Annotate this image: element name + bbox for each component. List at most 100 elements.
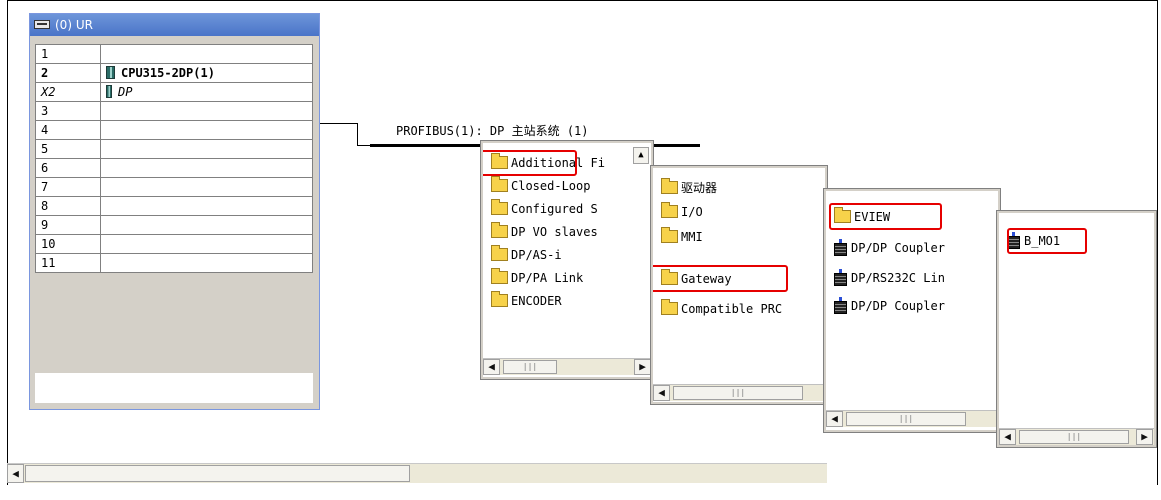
cpu-module-label: CPU315-2DP(1) xyxy=(121,66,215,80)
slot-number: 6 xyxy=(35,158,101,178)
catalog-item-dp-rs232c-link[interactable]: DP/RS232C Lin xyxy=(834,268,945,288)
slot-row[interactable]: 4 xyxy=(35,120,313,140)
slot-number: 5 xyxy=(35,139,101,159)
scroll-left-button[interactable]: ◀ xyxy=(653,385,670,401)
slot-number: 9 xyxy=(35,215,101,235)
slot-number: 11 xyxy=(35,253,101,273)
slot-module[interactable] xyxy=(100,215,313,235)
catalog-item-closed-loop[interactable]: Closed-Loop xyxy=(491,176,590,196)
scroll-thumb[interactable]: ||| xyxy=(846,412,966,426)
slot-module[interactable] xyxy=(100,101,313,121)
folder-icon xyxy=(491,199,508,215)
highlight-b-mo1 xyxy=(1007,228,1087,254)
catalog-item-io[interactable]: I/O xyxy=(661,202,703,222)
slot-row[interactable]: 7 xyxy=(35,177,313,197)
slot-number: X2 xyxy=(35,82,101,102)
dp-interface-icon xyxy=(106,85,112,98)
catalog-item-configured-stations[interactable]: Configured S xyxy=(491,199,598,219)
slot-module[interactable] xyxy=(100,177,313,197)
folder-icon xyxy=(491,222,508,238)
catalog-item-dp-pa-link[interactable]: DP/PA Link xyxy=(491,268,583,288)
slot-module[interactable] xyxy=(100,120,313,140)
pane1-hscrollbar[interactable]: ◀ ||| ▶ xyxy=(483,358,651,375)
scroll-thumb[interactable]: ||| xyxy=(1019,430,1129,444)
folder-icon xyxy=(491,291,508,307)
catalog-item-mmi[interactable]: MMI xyxy=(661,227,703,247)
folder-icon xyxy=(491,245,508,261)
scroll-right-button[interactable]: ▶ xyxy=(634,359,651,375)
bus-connector-v xyxy=(357,123,358,146)
main-scroll-left-button[interactable]: ◀ xyxy=(7,464,24,483)
catalog-item-drives[interactable]: 驱动器 xyxy=(661,178,717,198)
scroll-right-button[interactable]: ▶ xyxy=(1136,429,1153,445)
slot-module[interactable] xyxy=(100,139,313,159)
rack-window[interactable]: (0) UR 1 2 CPU315-2DP(1) X2 DP 3 4 5 6 7 8… xyxy=(29,13,320,410)
pane2-hscrollbar[interactable]: ◀ ||| xyxy=(653,384,825,401)
slot-row[interactable]: 6 xyxy=(35,158,313,178)
device-icon xyxy=(834,297,847,314)
slot-row[interactable]: X2 DP xyxy=(35,82,313,102)
hw-config-canvas: (0) UR 1 2 CPU315-2DP(1) X2 DP 3 4 5 6 7 8… xyxy=(0,0,1161,500)
folder-icon xyxy=(661,227,678,243)
scroll-left-button[interactable]: ◀ xyxy=(999,429,1016,445)
slot-row[interactable]: 5 xyxy=(35,139,313,159)
highlight-gateway xyxy=(653,265,788,292)
folder-icon xyxy=(491,176,508,192)
slot-module[interactable] xyxy=(100,196,313,216)
slot-number: 10 xyxy=(35,234,101,254)
slot-row[interactable]: 11 xyxy=(35,253,313,273)
folder-icon xyxy=(661,299,678,315)
scroll-thumb[interactable]: ||| xyxy=(503,360,557,374)
slot-row[interactable]: 8 xyxy=(35,196,313,216)
slot-module[interactable] xyxy=(100,253,313,273)
main-hscrollbar[interactable]: ◀ xyxy=(7,463,827,483)
profibus-label: PROFIBUS(1): DP 主站系统 (1) xyxy=(396,124,589,138)
slot-module[interactable] xyxy=(100,158,313,178)
slot-row[interactable]: 1 xyxy=(35,44,313,64)
slot-number: 4 xyxy=(35,120,101,140)
slot-module[interactable] xyxy=(100,44,313,64)
slot-number: 1 xyxy=(35,44,101,64)
rack-empty-area xyxy=(35,373,313,403)
bus-connector-h xyxy=(320,123,358,124)
main-scroll-thumb[interactable] xyxy=(25,465,410,482)
slot-row[interactable]: 2 CPU315-2DP(1) xyxy=(35,63,313,83)
slot-number: 3 xyxy=(35,101,101,121)
catalog-pane-4[interactable]: B_MO1 ◀ ||| ▶ xyxy=(996,210,1157,448)
rack-title-bar[interactable]: (0) UR xyxy=(30,14,319,36)
slot-row[interactable]: 3 xyxy=(35,101,313,121)
slot-module[interactable] xyxy=(100,234,313,254)
rack-title: (0) UR xyxy=(55,18,93,32)
slot-number: 2 xyxy=(35,63,101,83)
slot-row[interactable]: 9 xyxy=(35,215,313,235)
highlight-additional-field-devices xyxy=(483,150,577,176)
scroll-left-button[interactable]: ◀ xyxy=(826,411,843,427)
slot-module[interactable]: DP xyxy=(100,82,313,102)
cpu-module-icon xyxy=(106,66,115,79)
scroll-up-button[interactable]: ▲ xyxy=(633,147,649,164)
pane4-hscrollbar[interactable]: ◀ ||| ▶ xyxy=(999,428,1154,445)
catalog-pane-2[interactable]: 驱动器 I/O MMI Gateway Compatible PRC ◀ ||| xyxy=(650,165,828,405)
catalog-item-dp-as-i[interactable]: DP/AS-i xyxy=(491,245,562,265)
device-icon xyxy=(834,239,847,256)
folder-icon xyxy=(661,202,678,218)
scroll-thumb[interactable]: ||| xyxy=(673,386,803,400)
dp-interface-label: DP xyxy=(118,85,133,99)
folder-icon xyxy=(491,268,508,284)
slot-module[interactable]: CPU315-2DP(1) xyxy=(100,63,313,83)
pane3-hscrollbar[interactable]: ◀ ||| xyxy=(826,410,998,427)
folder-icon xyxy=(661,178,678,194)
highlight-eview xyxy=(829,203,942,230)
slot-number: 7 xyxy=(35,177,101,197)
catalog-pane-1[interactable]: Additional Fi Closed-Loop Configured S D… xyxy=(480,140,654,380)
device-icon xyxy=(834,269,847,286)
catalog-item-dp-vo-slaves[interactable]: DP VO slaves xyxy=(491,222,598,242)
slot-table: 1 2 CPU315-2DP(1) X2 DP 3 4 5 6 7 8 9 10 1… xyxy=(35,44,313,273)
catalog-pane-3[interactable]: EVIEW DP/DP Coupler DP/RS232C Lin DP/DP … xyxy=(823,188,1001,433)
catalog-item-dp-dp-coupler-2[interactable]: DP/DP Coupler xyxy=(834,296,945,316)
catalog-item-encoder[interactable]: ENCODER xyxy=(491,291,562,311)
slot-row[interactable]: 10 xyxy=(35,234,313,254)
catalog-item-dp-dp-coupler-1[interactable]: DP/DP Coupler xyxy=(834,238,945,258)
scroll-left-button[interactable]: ◀ xyxy=(483,359,500,375)
catalog-item-compatible-profibus[interactable]: Compatible PRC xyxy=(661,299,782,319)
